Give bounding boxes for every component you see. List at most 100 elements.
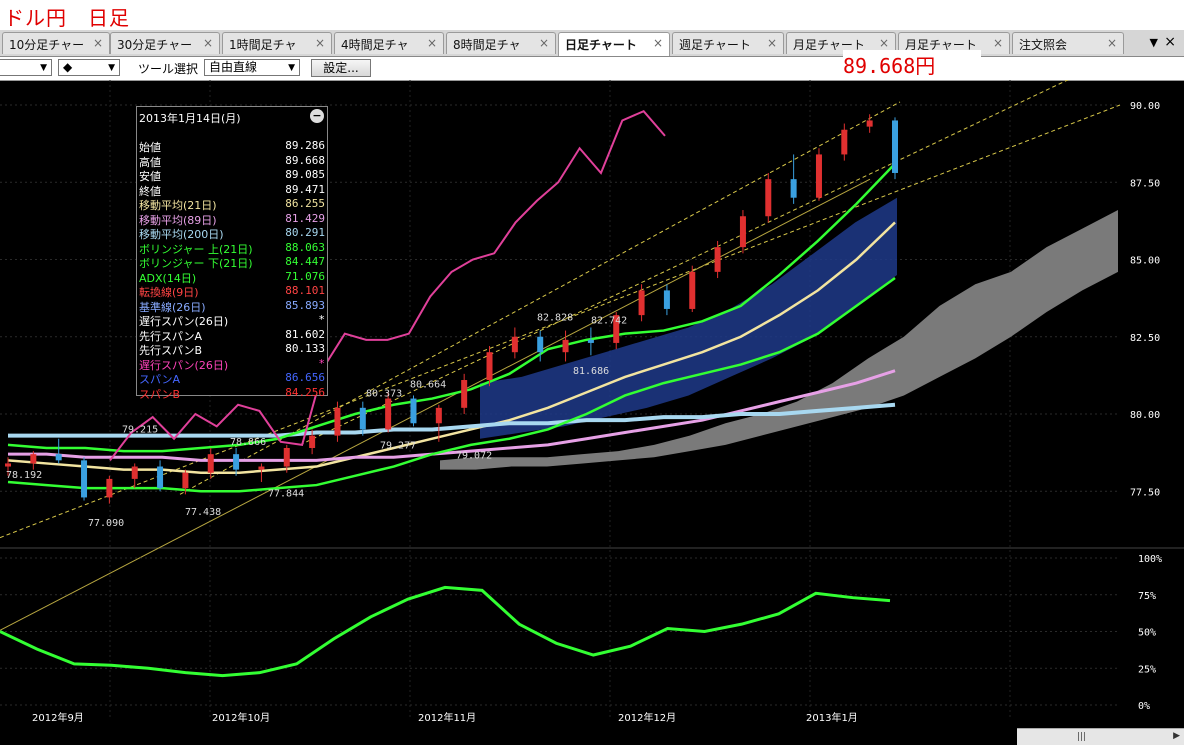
toolbar: ▼ ◆ ▼ ツール選択 自由直線 ▼ 設定... [0, 57, 1184, 81]
info-row: ボリンジャー 下(21日) 84.447 [139, 255, 325, 270]
minimize-icon[interactable]: − [310, 109, 324, 123]
drawing-tool-value: 自由直線 [209, 60, 258, 74]
adx-panel: 100% 75% 50% 25% 0% [0, 554, 1162, 712]
time-axis: 2012年9月 2012年10月 2012年11月 2012年12月 2013年1月 [32, 711, 858, 724]
price-annotation: 79.277 [380, 440, 416, 451]
info-row: ADX(14日) 71.076 [139, 270, 325, 285]
info-value: 89.471 [285, 182, 325, 196]
close-icon[interactable]: × [93, 36, 103, 50]
info-row: スパンB 84.256 [139, 386, 325, 401]
tab-4hour[interactable]: 4時間足チャ × [334, 32, 444, 54]
time-axis-label: 2013年1月 [806, 711, 858, 724]
info-value: 89.668 [285, 153, 325, 167]
info-value: 89.085 [285, 168, 325, 181]
candlestick-icon: ◆ [63, 60, 73, 74]
candle-body [131, 466, 138, 479]
chart-type-select[interactable]: ▼ [0, 59, 52, 76]
adx-tick-label: 25% [1138, 664, 1156, 675]
price-annotation: 77.844 [268, 489, 304, 500]
tab-label: 30分足チャー [117, 38, 193, 52]
info-value: 80.291 [285, 226, 325, 239]
info-value: 85.893 [285, 298, 325, 312]
price-tick-label: 85.00 [1130, 256, 1160, 267]
chevron-down-icon: ▼ [108, 63, 115, 73]
price-annotation: 78.192 [6, 470, 42, 481]
close-icon[interactable]: × [653, 36, 663, 50]
close-icon[interactable]: × [1107, 36, 1117, 50]
tab-label: 日足チャート [565, 38, 637, 52]
price-annotation: 82.742 [591, 315, 627, 326]
candle-style-select[interactable]: ◆ ▼ [58, 59, 120, 76]
time-axis-label: 2012年12月 [618, 711, 676, 724]
info-row: 先行スパンB 80.133 [139, 342, 325, 357]
horizontal-scrollbar[interactable]: ||| ▶ [1017, 728, 1184, 745]
data-window: 2013年1月14日(月) − 始値 89.286 高値 89.668 安値 89.085… [136, 106, 328, 401]
close-icon[interactable]: × [767, 36, 777, 50]
drawing-tool-select[interactable]: 自由直線 ▼ [204, 59, 300, 76]
info-row: ボリンジャー 上(21日) 88.063 [139, 240, 325, 256]
candle-body [55, 454, 62, 461]
price-annotation: 80.664 [410, 379, 446, 390]
info-row: 基準線(26日) 85.893 [139, 298, 325, 314]
tab-10min[interactable]: 10分足チャー × [2, 32, 110, 54]
adx-tick-label: 0% [1138, 701, 1150, 712]
info-value: 88.063 [285, 240, 325, 254]
close-icon[interactable]: × [427, 36, 437, 50]
window-close-icon[interactable]: × [1164, 34, 1176, 50]
settings-button[interactable]: 設定... [311, 59, 371, 77]
price-tick-label: 77.50 [1130, 487, 1160, 498]
candle-body [537, 336, 544, 353]
tab-8hour[interactable]: 8時間足チャ × [446, 32, 556, 54]
channel-line [0, 178, 871, 631]
candle-body [765, 179, 772, 217]
candle-body [739, 216, 746, 248]
title-strip: ドル円 日足 [0, 0, 1184, 30]
candle-body [5, 463, 11, 467]
candle-body [790, 179, 797, 198]
close-icon[interactable]: × [539, 36, 549, 50]
price-annotation: 81.686 [573, 366, 609, 377]
info-value: 80.133 [285, 342, 325, 355]
info-value: 88.101 [285, 284, 325, 297]
info-label: スパンB [139, 387, 181, 401]
price-annotation: 77.090 [88, 518, 124, 529]
tab-weekly[interactable]: 週足チャート × [672, 32, 784, 54]
candle-body [81, 460, 88, 498]
close-icon[interactable]: × [879, 36, 889, 50]
tab-menu-icon[interactable]: ▼ [1150, 36, 1158, 49]
tab-bar: 10分足チャー × 30分足チャー × 1時間足チャ × 4時間足チャ × 8時間足チャ… [0, 30, 1184, 57]
candle-body [30, 454, 37, 464]
candle-body [435, 407, 442, 424]
candle-body [689, 271, 696, 309]
info-row: 転換線(9日) 88.101 [139, 284, 325, 299]
tab-30min[interactable]: 30分足チャー × [110, 32, 220, 54]
chevron-down-icon: ▼ [40, 63, 47, 73]
info-row: 先行スパンA 81.602 [139, 328, 325, 343]
close-icon[interactable]: × [315, 36, 325, 50]
info-value: 86.656 [285, 371, 325, 384]
candle-body [359, 407, 366, 430]
info-value: 89.286 [285, 139, 325, 152]
close-icon[interactable]: × [203, 36, 213, 50]
price-axis: 90.00 87.50 85.00 82.50 80.00 77.50 [1130, 101, 1160, 498]
info-row: スパンA 86.656 [139, 371, 325, 386]
time-axis-label: 2012年10月 [212, 711, 270, 724]
info-date: 2013年1月14日(月) [139, 112, 241, 125]
close-icon[interactable]: × [993, 36, 1003, 50]
tab-1hour[interactable]: 1時間足チャ × [222, 32, 332, 54]
scroll-grip-icon[interactable]: ||| [1077, 732, 1086, 742]
tab-label: 注文照会 [1019, 38, 1068, 52]
candle-body [258, 466, 265, 470]
tab-label: 週足チャート [679, 38, 751, 52]
info-row: 移動平均(21日) 86.255 [139, 197, 325, 212]
tab-daily[interactable]: 日足チャート × [558, 32, 670, 56]
candle-body [334, 407, 341, 436]
tab-order-inquiry[interactable]: 注文照会 × [1012, 32, 1124, 54]
adx-tick-label: 50% [1138, 628, 1156, 639]
tab-label: 1時間足チャ [229, 38, 297, 52]
scroll-right-icon[interactable]: ▶ [1173, 731, 1180, 741]
info-row: 始値 89.286 [139, 139, 325, 154]
candle-body [511, 336, 518, 353]
price-annotation: 77.438 [185, 507, 221, 518]
price-annotation: 79.072 [456, 451, 492, 462]
